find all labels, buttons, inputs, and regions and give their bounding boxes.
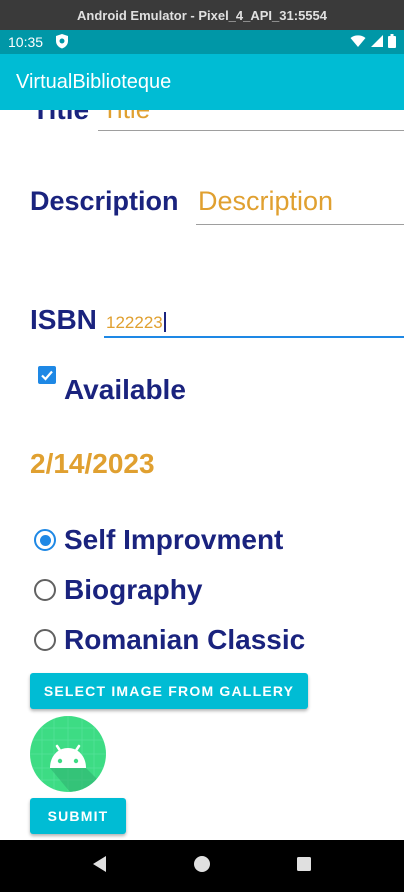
isbn-input[interactable]: 122223 — [106, 312, 166, 333]
available-label: Available — [64, 374, 186, 405]
battery-icon — [388, 33, 396, 51]
radio-button-unchecked-icon — [34, 629, 56, 651]
isbn-label: ISBN — [30, 304, 97, 335]
radio-button-checked-icon — [34, 529, 56, 551]
book-image-preview — [30, 716, 106, 792]
emulator-window-title: Android Emulator - Pixel_4_API_31:5554 — [0, 0, 404, 30]
signal-icon — [370, 34, 384, 51]
home-icon[interactable] — [193, 855, 211, 877]
title-label: Title — [32, 110, 89, 126]
isbn-value: 122223 — [106, 313, 163, 332]
recents-icon[interactable] — [296, 856, 312, 876]
radio-button-unchecked-icon — [34, 579, 56, 601]
app-bar: VirtualBiblioteque — [0, 54, 404, 110]
description-input[interactable]: Description — [198, 186, 333, 217]
check-icon — [41, 370, 53, 381]
description-input-underline — [196, 224, 404, 225]
radio-self-improvement[interactable]: Self Improvment — [34, 524, 283, 556]
status-time: 10:35 — [8, 34, 44, 50]
date-display[interactable]: 2/14/2023 — [30, 448, 155, 480]
radio-biography[interactable]: Biography — [34, 574, 202, 606]
radio-label: Self Improvment — [64, 524, 284, 555]
navigation-bar — [0, 840, 404, 892]
status-bar: 10:35 — [0, 30, 404, 54]
radio-label: Biography — [64, 574, 203, 605]
radio-label: Romanian Classic — [64, 624, 306, 655]
back-icon[interactable] — [92, 855, 108, 877]
status-icons — [350, 33, 396, 51]
isbn-input-underline — [104, 336, 404, 338]
form-content[interactable]: Title Title Description Description ISBN… — [0, 110, 404, 840]
wifi-icon — [350, 34, 366, 51]
description-label: Description — [30, 186, 179, 216]
text-cursor — [163, 312, 166, 332]
play-protect-icon — [55, 33, 69, 52]
radio-romanian-classic[interactable]: Romanian Classic — [34, 624, 305, 656]
submit-button[interactable]: SUBMIT — [30, 798, 126, 834]
android-robot-icon — [30, 716, 106, 792]
select-image-button[interactable]: SELECT IMAGE FROM GALLERY — [30, 673, 308, 709]
app-title: VirtualBiblioteque — [16, 70, 172, 93]
title-input-underline — [98, 130, 404, 131]
title-input[interactable]: Title — [102, 110, 150, 125]
available-checkbox[interactable] — [38, 366, 56, 384]
